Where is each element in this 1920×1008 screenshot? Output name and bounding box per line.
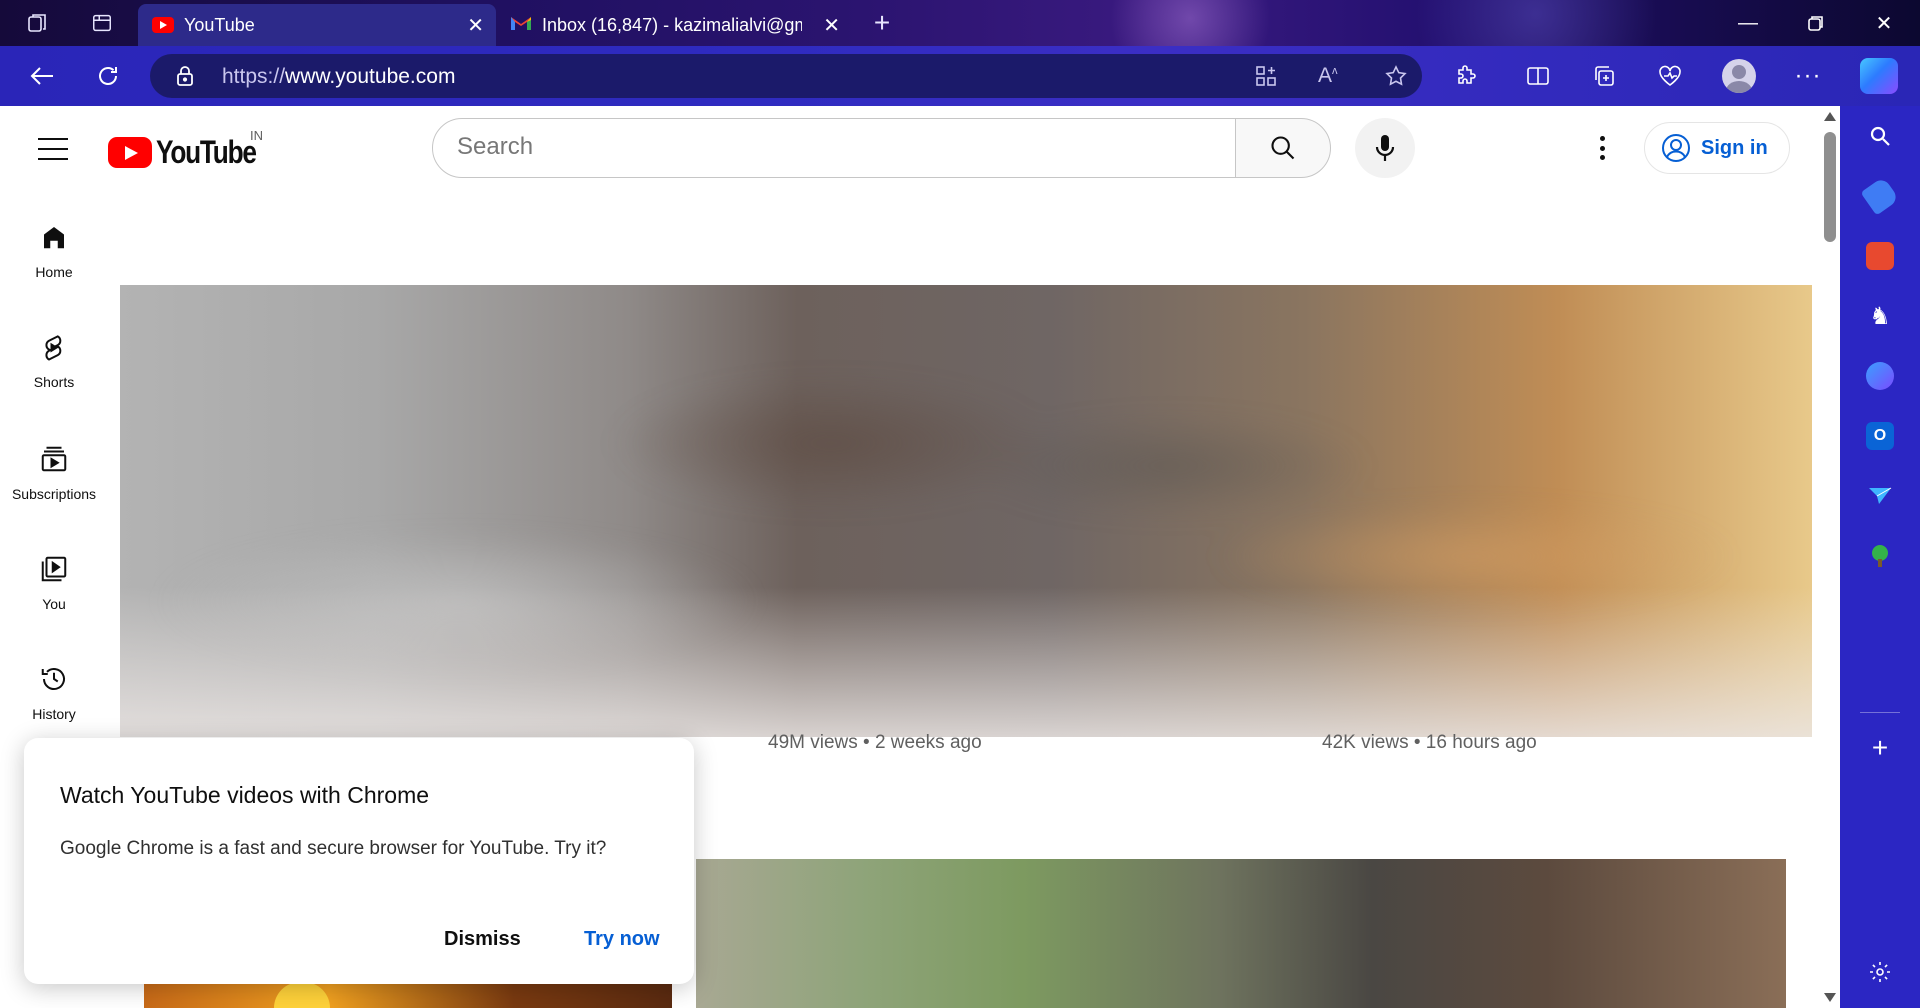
outlook-icon[interactable]: O [1866, 422, 1894, 450]
dialog-title: Watch YouTube videos with Chrome [60, 782, 430, 808]
workspaces-icon[interactable] [24, 9, 52, 37]
send-icon[interactable] [1866, 482, 1894, 510]
tab-gmail[interactable]: Inbox (16,847) - kazimalialvi@gm ✕ [510, 4, 850, 46]
add-sidebar-app-icon[interactable]: + [1866, 732, 1894, 763]
history-icon [41, 668, 65, 691]
tree-icon[interactable] [1866, 542, 1894, 570]
youtube-logo[interactable]: YouTube IN [108, 128, 278, 171]
subscriptions-icon [41, 446, 67, 472]
tools-briefcase-icon[interactable] [1866, 242, 1894, 270]
search-box[interactable] [432, 118, 1236, 178]
search-button[interactable] [1235, 118, 1331, 178]
video-meta: 49M views • 2 weeks ago [768, 732, 982, 753]
games-chess-icon[interactable]: ♞ [1866, 302, 1894, 330]
account-icon [1662, 134, 1690, 162]
sidebar-search-icon[interactable] [1866, 122, 1894, 150]
try-now-button[interactable]: Try now [584, 928, 660, 951]
you-icon [41, 556, 67, 582]
lock-icon[interactable] [176, 66, 194, 86]
search-icon [1271, 136, 1295, 160]
guide-item-history[interactable]: History [0, 664, 108, 722]
guide-label: You [42, 596, 66, 612]
profile-avatar[interactable] [1722, 59, 1756, 93]
sidebar-divider [1860, 712, 1900, 713]
guide-label: Subscriptions [11, 486, 97, 502]
guide-item-subscriptions[interactable]: Subscriptions [0, 444, 108, 502]
new-tab-icon[interactable]: + [868, 7, 896, 38]
sign-in-label: Sign in [1701, 136, 1768, 159]
video-thumbnail[interactable] [696, 859, 1786, 1008]
url-text[interactable]: https://www.youtube.com [222, 65, 455, 89]
guide-label: History [32, 706, 76, 722]
favorite-star-icon[interactable] [1384, 64, 1408, 94]
microphone-icon [1375, 135, 1395, 161]
edge-sidebar: ♞ O + [1840, 106, 1920, 1008]
chrome-promo-dialog: Watch YouTube videos with Chrome Google … [24, 738, 694, 984]
sign-in-button[interactable]: Sign in [1644, 122, 1790, 174]
guide-item-you[interactable]: You [0, 554, 108, 612]
browser-essentials-icon[interactable] [1654, 60, 1686, 92]
restore-icon[interactable] [1796, 8, 1836, 38]
sidebar-settings-icon[interactable] [1866, 958, 1894, 986]
page-viewport: YouTube IN Sign in Home Shorts Subscript… [0, 106, 1840, 1008]
settings-more-button[interactable] [1588, 132, 1616, 164]
minimize-icon[interactable]: — [1728, 8, 1768, 38]
home-icon [44, 227, 64, 249]
guide-label: Shorts [33, 374, 75, 390]
tab-youtube[interactable]: YouTube ✕ [138, 4, 496, 46]
voice-search-button[interactable] [1355, 118, 1415, 178]
url-box[interactable]: https://www.youtube.com Aᴧ [150, 54, 1422, 98]
close-tab-icon[interactable]: ✕ [467, 13, 484, 38]
youtube-wordmark: YouTube [156, 134, 257, 170]
scrollbar-thumb[interactable] [1824, 132, 1836, 242]
guide-menu-icon[interactable] [38, 138, 68, 160]
address-bar: https://www.youtube.com Aᴧ ··· [0, 46, 1920, 106]
scroll-down-arrow[interactable] [1824, 993, 1836, 1002]
read-aloud-icon[interactable]: Aᴧ [1318, 64, 1338, 88]
tab-title: Inbox (16,847) - kazimalialvi@gm [542, 14, 802, 35]
settings-more-icon[interactable]: ··· [1792, 60, 1824, 92]
dismiss-button[interactable]: Dismiss [444, 928, 521, 951]
youtube-play-icon [108, 137, 152, 168]
featured-video-thumbnail[interactable] [120, 285, 1812, 737]
tab-actions-icon[interactable] [88, 9, 116, 37]
copilot-app-icon[interactable] [1866, 362, 1894, 390]
scroll-up-arrow[interactable] [1824, 112, 1836, 121]
search-input[interactable] [457, 119, 1217, 175]
extensions-icon[interactable] [1450, 60, 1482, 92]
browser-titlebar: YouTube ✕ Inbox (16,847) - kazimalialvi@… [0, 0, 1920, 46]
video-meta: 42K views • 16 hours ago [1322, 732, 1537, 753]
gmail-icon [510, 15, 532, 36]
guide-item-home[interactable]: Home [0, 222, 108, 280]
back-icon[interactable] [26, 60, 58, 92]
close-window-icon[interactable]: ✕ [1864, 8, 1904, 38]
shopping-tag-icon[interactable] [1860, 176, 1900, 216]
youtube-icon [152, 17, 174, 33]
guide-label: Home [35, 264, 73, 280]
shorts-icon [45, 335, 62, 361]
page-scrollbar[interactable] [1820, 106, 1840, 1008]
guide-item-shorts[interactable]: Shorts [0, 332, 108, 390]
video-thumbnail[interactable] [144, 982, 672, 1008]
dialog-body: Google Chrome is a fast and secure brows… [60, 838, 607, 859]
country-code: IN [250, 128, 263, 143]
split-screen-icon[interactable] [1522, 60, 1554, 92]
app-available-icon[interactable] [1254, 64, 1278, 94]
collections-icon[interactable] [1588, 60, 1620, 92]
close-tab-icon[interactable]: ✕ [823, 13, 840, 38]
tab-title: YouTube [184, 14, 255, 35]
refresh-icon[interactable] [92, 60, 124, 92]
copilot-icon[interactable] [1860, 58, 1898, 94]
